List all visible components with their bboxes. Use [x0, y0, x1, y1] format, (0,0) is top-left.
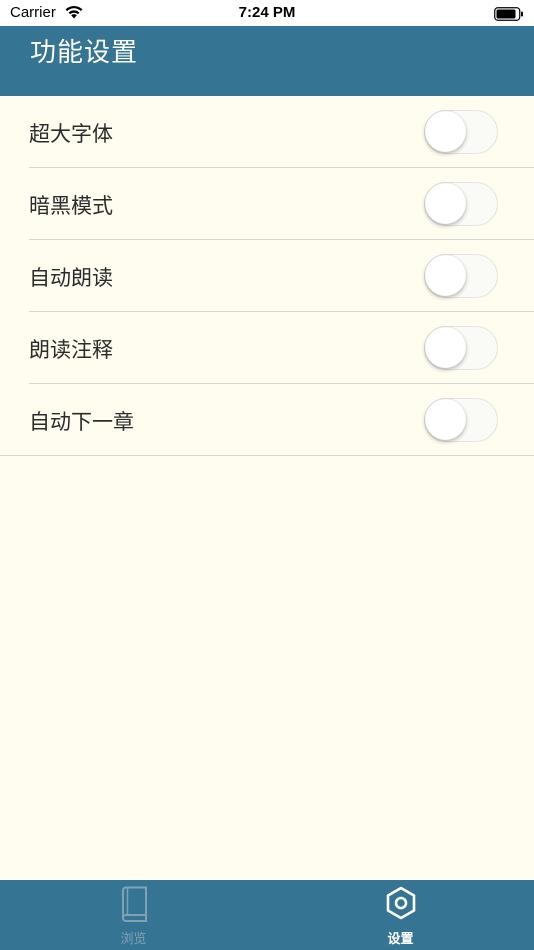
tab-browse[interactable]: 浏览: [0, 880, 267, 950]
setting-label: 自动下一章: [29, 410, 134, 434]
setting-row-dark-mode: 暗黑模式: [29, 168, 534, 240]
gear-icon: [385, 886, 417, 924]
setting-label: 暗黑模式: [29, 194, 113, 218]
book-icon: [119, 886, 149, 926]
page-title: 功能设置: [30, 38, 139, 68]
tab-settings[interactable]: 设置: [267, 880, 534, 950]
toggle-knob: [425, 183, 466, 224]
setting-label: 自动朗读: [29, 266, 113, 290]
toggle-knob: [425, 111, 466, 152]
setting-row-large-font: 超大字体: [29, 96, 534, 168]
tab-label: 设置: [387, 932, 414, 947]
toggle-knob: [425, 327, 466, 368]
setting-label: 朗读注释: [29, 338, 113, 362]
read-annotations-toggle[interactable]: [424, 326, 498, 370]
settings-list: 超大字体 暗黑模式 自动朗读 朗读注释 自动下一章: [0, 96, 534, 456]
large-font-toggle[interactable]: [424, 110, 498, 154]
toggle-knob: [425, 255, 466, 296]
dark-mode-toggle[interactable]: [424, 182, 498, 226]
screen: Carrier 7:24 PM 功能设置 超大字体 暗黑模式 自动朗读 朗读注释…: [0, 0, 534, 950]
status-time: 7:24 PM: [238, 4, 296, 21]
header: 功能设置: [0, 26, 534, 96]
tab-bar: 浏览 设置: [0, 880, 534, 950]
status-bar: Carrier 7:24 PM: [0, 0, 534, 26]
setting-row-auto-next-chapter: 自动下一章: [0, 384, 534, 456]
setting-label: 超大字体: [29, 122, 113, 146]
setting-row-auto-read: 自动朗读: [29, 240, 534, 312]
battery-icon: [494, 6, 524, 25]
auto-next-chapter-toggle[interactable]: [424, 398, 498, 442]
setting-row-read-annotations: 朗读注释: [29, 312, 534, 384]
tab-label: 浏览: [120, 932, 147, 947]
toggle-knob: [425, 399, 466, 440]
auto-read-toggle[interactable]: [424, 254, 498, 298]
